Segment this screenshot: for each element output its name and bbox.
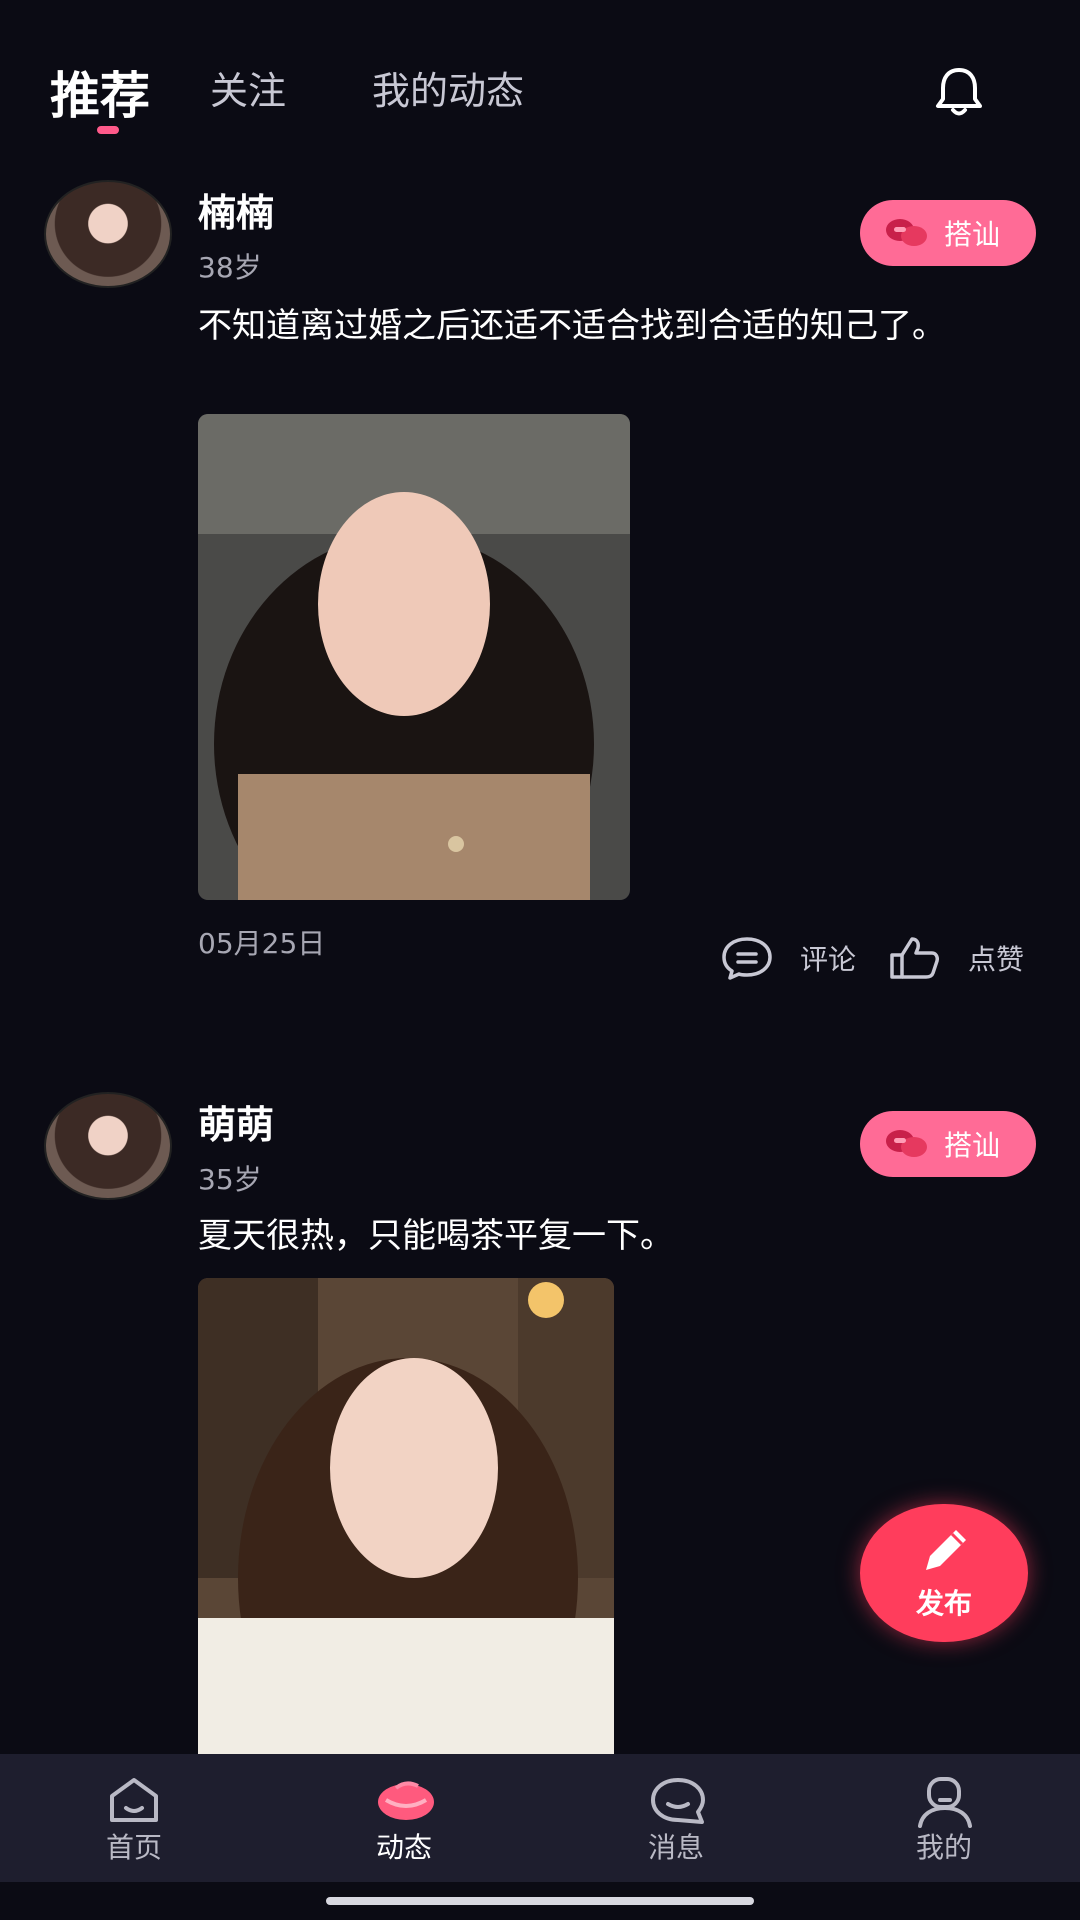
nav-home-label: 首页 <box>105 1831 162 1864</box>
chat-bubble-icon <box>886 1130 927 1157</box>
post-text: 不知道离过婚之后还适不适合找到合适的知己了。 <box>198 306 946 346</box>
thumbs-up-icon <box>890 937 940 979</box>
user-name: 萌萌 <box>198 1103 275 1147</box>
nav-messages[interactable]: 消息 <box>606 1754 746 1882</box>
avatar[interactable] <box>44 1092 172 1200</box>
message-icon <box>651 1778 705 1824</box>
bottom-nav: 首页 动态 消息 我的 <box>0 1754 1080 1882</box>
avatar[interactable] <box>44 180 172 288</box>
like-button[interactable]: 点赞 <box>888 935 1024 981</box>
tab-recommend[interactable]: 推荐 <box>50 56 150 128</box>
tab-my-moments[interactable]: 我的动态 <box>372 60 524 115</box>
profile-icon <box>918 1777 972 1828</box>
publish-button[interactable]: 发布 <box>860 1504 1028 1642</box>
start-chat-button[interactable]: 搭讪 <box>860 1111 1036 1177</box>
user-name: 楠楠 <box>198 191 275 235</box>
nav-moments-label: 动态 <box>375 1831 432 1864</box>
nav-messages-label: 消息 <box>647 1831 704 1864</box>
comment-button[interactable]: 评论 <box>720 935 856 981</box>
nav-profile-label: 我的 <box>915 1831 972 1864</box>
post-actions: 评论 点赞 <box>720 932 1024 984</box>
pencil-icon <box>926 1530 966 1570</box>
moments-icon <box>378 1781 434 1820</box>
post-photo[interactable] <box>198 1278 614 1754</box>
chat-bubble-icon <box>886 219 927 246</box>
home-icon <box>110 1778 158 1822</box>
tab-following[interactable]: 关注 <box>210 60 286 115</box>
post-text: 夏天很热，只能喝茶平复一下。 <box>198 1216 674 1256</box>
home-indicator[interactable] <box>326 1897 754 1905</box>
start-chat-label: 搭讪 <box>944 218 1001 251</box>
nav-home[interactable]: 首页 <box>64 1754 204 1882</box>
nav-moments[interactable]: 动态 <box>334 1754 474 1882</box>
post-date: 05月25日 <box>198 927 326 960</box>
start-chat-button[interactable]: 搭讪 <box>860 200 1036 266</box>
bell-icon[interactable] <box>934 66 984 118</box>
top-tab-bar: 推荐 关注 我的动态 <box>0 0 1080 150</box>
comment-label: 评论 <box>800 943 857 976</box>
user-age: 35岁 <box>198 1163 262 1196</box>
post-photo[interactable] <box>198 414 630 900</box>
active-tab-indicator <box>97 126 119 134</box>
nav-profile[interactable]: 我的 <box>874 1754 1014 1882</box>
like-label: 点赞 <box>968 943 1025 976</box>
publish-label: 发布 <box>915 1587 972 1620</box>
user-age: 38岁 <box>198 251 262 284</box>
start-chat-label: 搭讪 <box>944 1129 1001 1162</box>
comment-icon <box>722 937 772 980</box>
